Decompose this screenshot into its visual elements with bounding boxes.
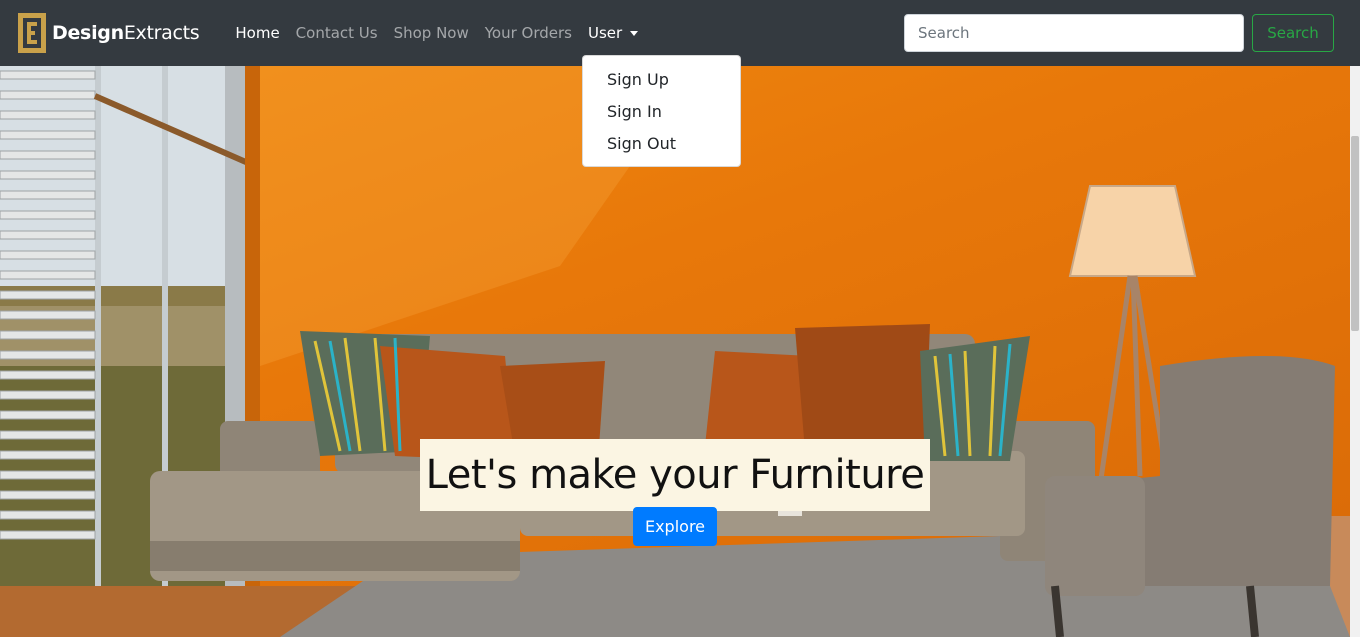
scrollbar-thumb[interactable] <box>1351 136 1359 331</box>
sign-out-item[interactable]: Sign Out <box>583 128 740 160</box>
scrollbar[interactable] <box>1350 66 1360 637</box>
caret-down-icon <box>630 30 639 36</box>
hero-caption-text: Let's make your Furniture <box>425 452 925 498</box>
nav-home-link[interactable]: Home <box>235 24 279 42</box>
nav-contact-link[interactable]: Contact Us <box>296 24 378 42</box>
design-extracts-logo-icon <box>18 13 46 53</box>
sign-in-item[interactable]: Sign In <box>583 96 740 128</box>
main-nav: Home Contact Us Shop Now Your Orders Use… <box>235 24 639 42</box>
search-button[interactable]: Search <box>1252 14 1334 52</box>
explore-button[interactable]: Explore <box>633 507 717 546</box>
nav-shop-link[interactable]: Shop Now <box>394 24 469 42</box>
user-dropdown-menu: Sign Up Sign In Sign Out <box>582 55 741 167</box>
search-input[interactable] <box>904 14 1244 52</box>
nav-orders-link[interactable]: Your Orders <box>485 24 572 42</box>
sign-up-item[interactable]: Sign Up <box>583 64 740 96</box>
brand-name: DesignExtracts <box>52 22 200 44</box>
hero-caption: Let's make your Furniture <box>420 439 930 511</box>
user-dropdown-toggle[interactable]: User <box>588 24 639 42</box>
brand[interactable]: DesignExtracts <box>18 13 200 53</box>
user-label: User <box>588 24 623 42</box>
